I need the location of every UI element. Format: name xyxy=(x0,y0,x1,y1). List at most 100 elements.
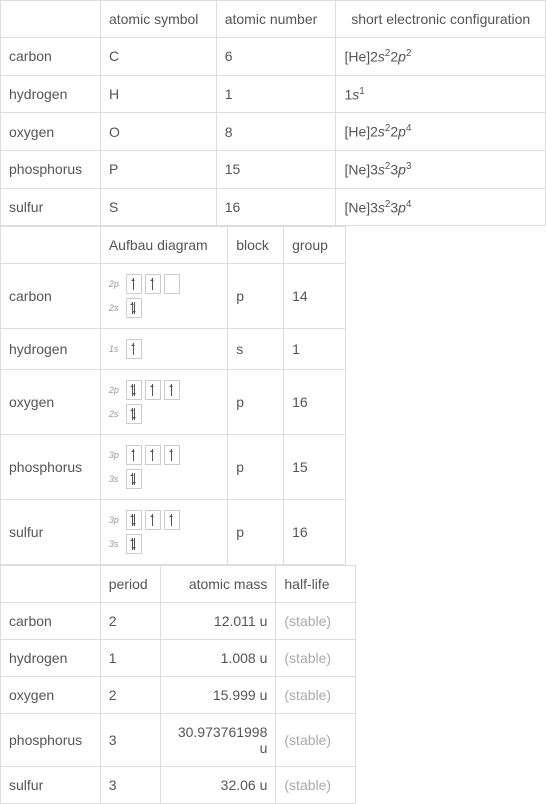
aufbau-diagram: 2p2s xyxy=(100,264,227,329)
element-name: carbon xyxy=(1,38,101,76)
table-row: oxygen 2 15.999 u (stable) xyxy=(1,677,356,714)
aufbau-subshell: 3p xyxy=(109,445,219,465)
orbital-box xyxy=(126,339,142,359)
atomic-number: 16 xyxy=(216,188,336,226)
table-row: carbon 2 12.011 u (stable) xyxy=(1,603,356,640)
aufbau-subshell: 3p xyxy=(109,510,219,530)
element-name: hydrogen xyxy=(1,75,101,113)
atomic-symbol: H xyxy=(100,75,216,113)
period: 3 xyxy=(100,767,160,804)
aufbau-subshell: 2p xyxy=(109,380,219,400)
aufbau-subshell: 1s xyxy=(109,339,219,359)
block: s xyxy=(228,329,284,370)
subshell-label: 2p xyxy=(109,385,123,395)
table-row: phosphorus 3p 3s p 15 xyxy=(1,435,346,500)
atomic-symbol: S xyxy=(100,188,216,226)
element-name: sulfur xyxy=(1,188,101,226)
atomic-number: 8 xyxy=(216,113,336,151)
group: 14 xyxy=(284,264,346,329)
group: 15 xyxy=(284,435,346,500)
table-header-row: period atomic mass half-life xyxy=(1,566,356,603)
table-row: sulfur 3p3s p 16 xyxy=(1,500,346,565)
orbital-box xyxy=(126,298,142,318)
element-name: phosphorus xyxy=(1,150,101,188)
subshell-label: 2p xyxy=(109,279,123,289)
element-name: phosphorus xyxy=(1,435,101,500)
subshell-label: 3s xyxy=(109,474,123,484)
table-header-row: atomic symbol atomic number short electr… xyxy=(1,1,546,38)
table-row: carbon C 6 [He]2s22p2 xyxy=(1,38,546,76)
atomic-mass: 30.973761998 u xyxy=(160,714,276,767)
subshell-label: 3p xyxy=(109,515,123,525)
orbital-box xyxy=(126,534,142,554)
element-name: oxygen xyxy=(1,677,101,714)
orbital-box xyxy=(164,510,180,530)
table-row: phosphorus P 15 [Ne]3s23p3 xyxy=(1,150,546,188)
orbital-box xyxy=(145,380,161,400)
orbital-box xyxy=(126,445,142,465)
table-header-row: Aufbau diagram block group xyxy=(1,227,346,264)
atomic-mass: 32.06 u xyxy=(160,767,276,804)
atomic-mass: 15.999 u xyxy=(160,677,276,714)
header-atomic-symbol: atomic symbol xyxy=(100,1,216,38)
table-row: hydrogen 1 1.008 u (stable) xyxy=(1,640,356,677)
atomic-number: 15 xyxy=(216,150,336,188)
block: p xyxy=(228,435,284,500)
atomic-mass: 12.011 u xyxy=(160,603,276,640)
orbital-box xyxy=(164,380,180,400)
element-name: sulfur xyxy=(1,767,101,804)
table-row: phosphorus 3 30.973761998 u (stable) xyxy=(1,714,356,767)
header-group: group xyxy=(284,227,346,264)
header-atomic-number: atomic number xyxy=(216,1,336,38)
block: p xyxy=(228,264,284,329)
orbital-box xyxy=(145,445,161,465)
electronic-config: 1s1 xyxy=(336,75,546,113)
group: 16 xyxy=(284,370,346,435)
orbital-box xyxy=(126,469,142,489)
aufbau-subshell: 3s xyxy=(109,469,219,489)
element-basic-table: atomic symbol atomic number short electr… xyxy=(0,0,546,226)
electronic-config: [He]2s22p4 xyxy=(336,113,546,151)
table-row: sulfur 3 32.06 u (stable) xyxy=(1,767,356,804)
orbital-box xyxy=(145,274,161,294)
block: p xyxy=(228,370,284,435)
aufbau-subshell: 3s xyxy=(109,534,219,554)
element-name: carbon xyxy=(1,603,101,640)
atomic-number: 1 xyxy=(216,75,336,113)
aufbau-diagram: 2p 2s xyxy=(100,370,227,435)
element-name: hydrogen xyxy=(1,640,101,677)
header-block: block xyxy=(228,227,284,264)
element-name: hydrogen xyxy=(1,329,101,370)
element-name: oxygen xyxy=(1,113,101,151)
table-row: sulfur S 16 [Ne]3s23p4 xyxy=(1,188,546,226)
orbital-box xyxy=(126,380,142,400)
table-row: hydrogen H 1 1s1 xyxy=(1,75,546,113)
electronic-config: [He]2s22p2 xyxy=(336,38,546,76)
aufbau-diagram: 1s xyxy=(100,329,227,370)
header-atomic-mass: atomic mass xyxy=(160,566,276,603)
aufbau-diagram: 3p 3s xyxy=(100,435,227,500)
header-period: period xyxy=(100,566,160,603)
electronic-config: [Ne]3s23p3 xyxy=(336,150,546,188)
half-life: (stable) xyxy=(276,603,356,640)
table-row: oxygen O 8 [He]2s22p4 xyxy=(1,113,546,151)
aufbau-diagram: 3p 3s xyxy=(100,500,227,565)
element-name: sulfur xyxy=(1,500,101,565)
header-aufbau: Aufbau diagram xyxy=(100,227,227,264)
element-mass-table: period atomic mass half-life carbon 2 12… xyxy=(0,565,356,804)
period: 2 xyxy=(100,603,160,640)
half-life: (stable) xyxy=(276,677,356,714)
atomic-mass: 1.008 u xyxy=(160,640,276,677)
subshell-label: 2s xyxy=(109,409,123,419)
orbital-box xyxy=(126,274,142,294)
table-row: oxygen 2p 2s p 16 xyxy=(1,370,346,435)
orbital-box xyxy=(126,404,142,424)
element-name: oxygen xyxy=(1,370,101,435)
half-life: (stable) xyxy=(276,714,356,767)
table-row: carbon 2p2s p 14 xyxy=(1,264,346,329)
table-row: hydrogen 1s s 1 xyxy=(1,329,346,370)
period: 2 xyxy=(100,677,160,714)
aufbau-subshell: 2p xyxy=(109,274,219,294)
group: 1 xyxy=(284,329,346,370)
orbital-box xyxy=(164,274,180,294)
